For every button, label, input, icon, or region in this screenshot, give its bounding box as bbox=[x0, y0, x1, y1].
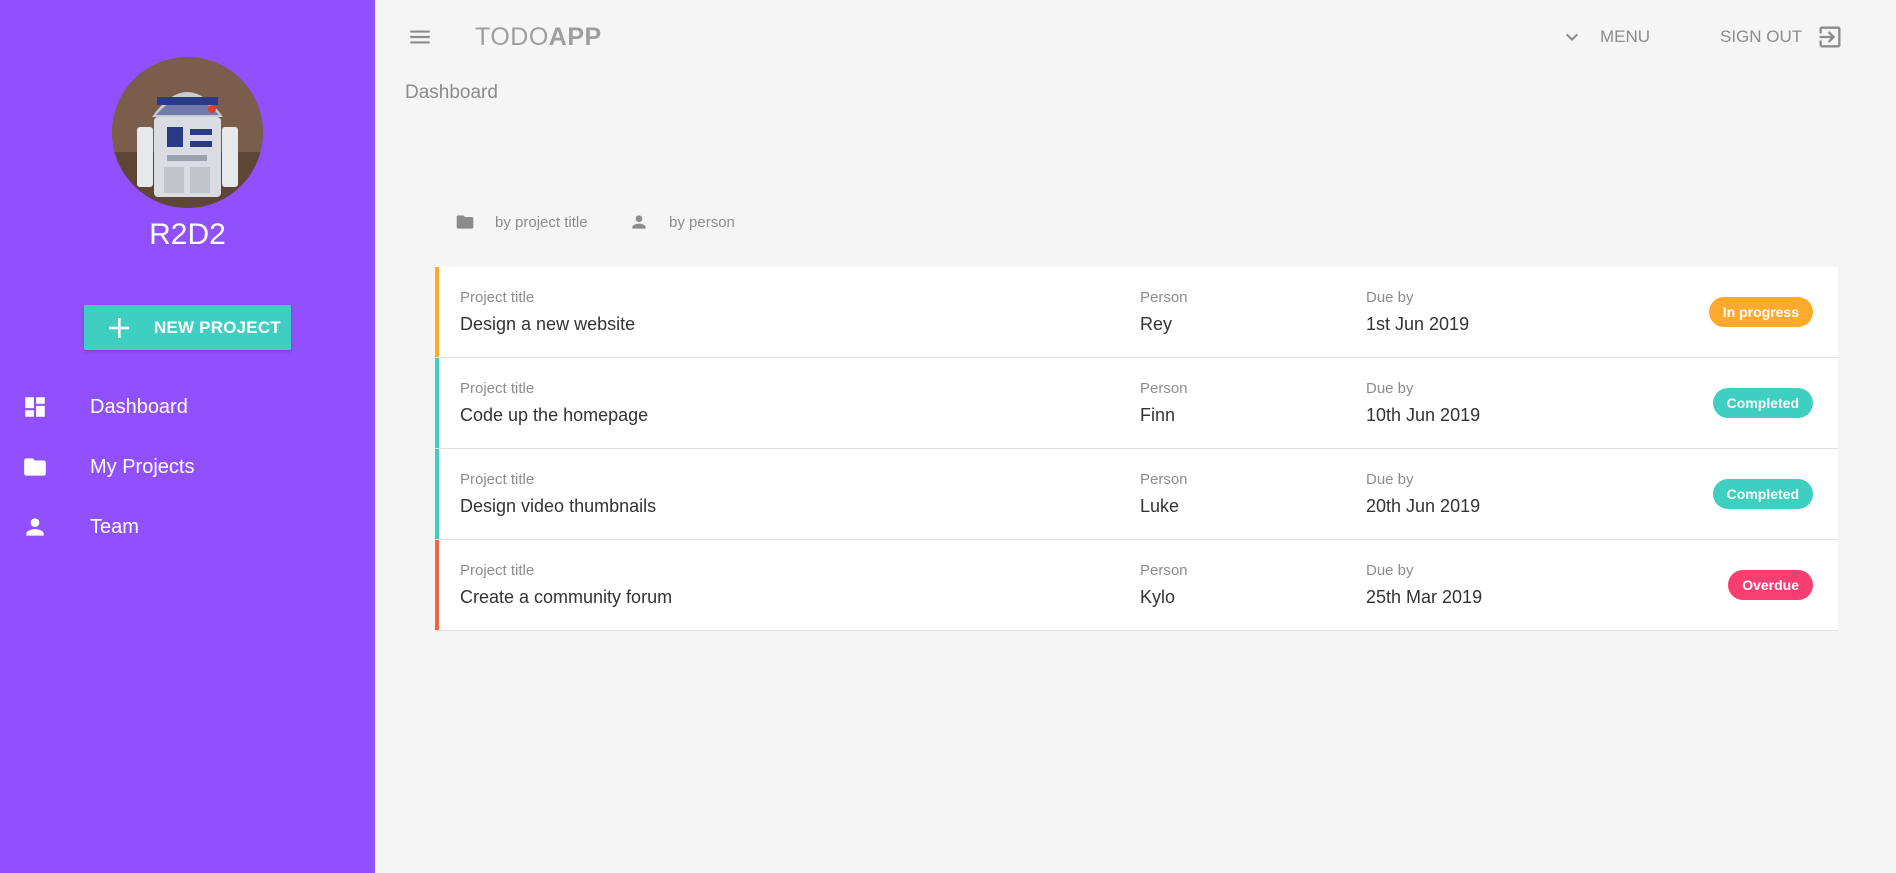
username: R2D2 bbox=[149, 218, 226, 251]
project-title-label: Project title bbox=[460, 380, 535, 397]
person-cell: Person Finn bbox=[1140, 380, 1188, 426]
status-badge: Completed bbox=[1712, 388, 1813, 418]
status-badge: Overdue bbox=[1728, 570, 1813, 600]
project-row[interactable]: Project title Design video thumbnails Pe… bbox=[435, 449, 1838, 540]
project-title-cell: Project title Create a community forum bbox=[460, 562, 672, 608]
avatar bbox=[112, 57, 263, 208]
due-label: Due by bbox=[1366, 471, 1414, 488]
sidebar-item-dashboard[interactable]: Dashboard bbox=[0, 382, 375, 432]
sort-by-title-button[interactable]: by project title bbox=[455, 210, 588, 234]
new-project-label: NEW PROJECT bbox=[154, 317, 281, 337]
person-icon bbox=[632, 215, 646, 229]
project-title-label: Project title bbox=[460, 562, 535, 579]
due-cell: Due by 10th Jun 2019 bbox=[1366, 380, 1480, 426]
person-label: Person bbox=[1140, 471, 1188, 488]
brand-light: TODO bbox=[475, 23, 549, 51]
hamburger-menu-icon[interactable] bbox=[407, 24, 433, 50]
person-icon bbox=[26, 518, 44, 536]
project-title-cell: Project title Design a new website bbox=[460, 289, 635, 335]
due-cell: Due by 25th Mar 2019 bbox=[1366, 562, 1482, 608]
person-label: Person bbox=[1140, 380, 1188, 397]
person-label: Person bbox=[1140, 289, 1188, 306]
due-date: 1st Jun 2019 bbox=[1366, 314, 1470, 334]
project-row[interactable]: Project title Code up the homepage Perso… bbox=[435, 358, 1838, 449]
project-title-cell: Project title Code up the homepage bbox=[460, 380, 648, 426]
new-project-button[interactable]: NEW PROJECT bbox=[84, 305, 291, 350]
sidebar-item-label: Team bbox=[90, 515, 139, 538]
exit-icon bbox=[1819, 26, 1841, 48]
person-cell: Person Kylo bbox=[1140, 562, 1188, 608]
project-title: Design video thumbnails bbox=[460, 496, 657, 516]
person-name: Kylo bbox=[1140, 587, 1176, 607]
sign-out-button[interactable]: SIGN OUT bbox=[1720, 22, 1844, 52]
project-row[interactable]: Project title Design a new website Perso… bbox=[435, 267, 1838, 358]
folder-icon bbox=[456, 215, 474, 229]
sidebar: R2D2 NEW PROJECT Dashboard My Projects T… bbox=[0, 0, 375, 873]
status-badge: Completed bbox=[1712, 479, 1813, 509]
status-bar bbox=[435, 358, 439, 448]
due-label: Due by bbox=[1366, 289, 1414, 306]
page-title: Dashboard bbox=[405, 82, 498, 103]
project-title: Code up the homepage bbox=[460, 405, 649, 425]
sidebar-item-label: Dashboard bbox=[90, 395, 188, 418]
status-badge: In progress bbox=[1708, 297, 1813, 327]
menu-button[interactable]: MENU bbox=[1560, 22, 1650, 52]
due-cell: Due by 1st Jun 2019 bbox=[1366, 289, 1469, 335]
person-cell: Person Rey bbox=[1140, 289, 1188, 335]
status-bar bbox=[435, 267, 439, 357]
due-date: 25th Mar 2019 bbox=[1366, 587, 1483, 607]
due-date: 20th Jun 2019 bbox=[1366, 496, 1481, 516]
chevron-down-icon bbox=[1566, 33, 1578, 41]
due-date: 10th Jun 2019 bbox=[1366, 405, 1481, 425]
robot-avatar-image bbox=[112, 57, 263, 208]
status-bar bbox=[435, 449, 439, 539]
sort-by-person-button[interactable]: by person bbox=[629, 210, 735, 234]
menu-label: MENU bbox=[1600, 27, 1651, 46]
person-name: Luke bbox=[1140, 496, 1180, 516]
project-title: Design a new website bbox=[460, 314, 636, 334]
sort-by-title-label: by project title bbox=[495, 213, 588, 231]
sort-by-person-label: by person bbox=[669, 213, 735, 231]
due-label: Due by bbox=[1366, 562, 1414, 579]
project-title-cell: Project title Design video thumbnails bbox=[460, 471, 656, 517]
project-row[interactable]: Project title Create a community forum P… bbox=[435, 540, 1838, 631]
folder-icon bbox=[24, 458, 46, 476]
sign-out-label: SIGN OUT bbox=[1720, 27, 1803, 46]
project-list: Project title Design a new website Perso… bbox=[435, 267, 1838, 631]
dashboard-icon bbox=[25, 397, 45, 417]
person-name: Rey bbox=[1140, 314, 1173, 334]
status-bar bbox=[435, 540, 439, 630]
app-brand: TODOAPP bbox=[475, 23, 602, 52]
person-label: Person bbox=[1140, 562, 1188, 579]
project-title-label: Project title bbox=[460, 289, 535, 306]
brand-bold: APP bbox=[548, 23, 602, 51]
sidebar-item-my-projects[interactable]: My Projects bbox=[0, 442, 375, 492]
plus-icon bbox=[109, 317, 129, 338]
person-cell: Person Luke bbox=[1140, 471, 1188, 517]
project-title-label: Project title bbox=[460, 471, 535, 488]
project-title: Create a community forum bbox=[460, 587, 673, 607]
sidebar-item-label: My Projects bbox=[90, 455, 195, 478]
person-name: Finn bbox=[1140, 405, 1176, 425]
due-cell: Due by 20th Jun 2019 bbox=[1366, 471, 1480, 517]
due-label: Due by bbox=[1366, 380, 1414, 397]
sidebar-item-team[interactable]: Team bbox=[0, 502, 375, 552]
